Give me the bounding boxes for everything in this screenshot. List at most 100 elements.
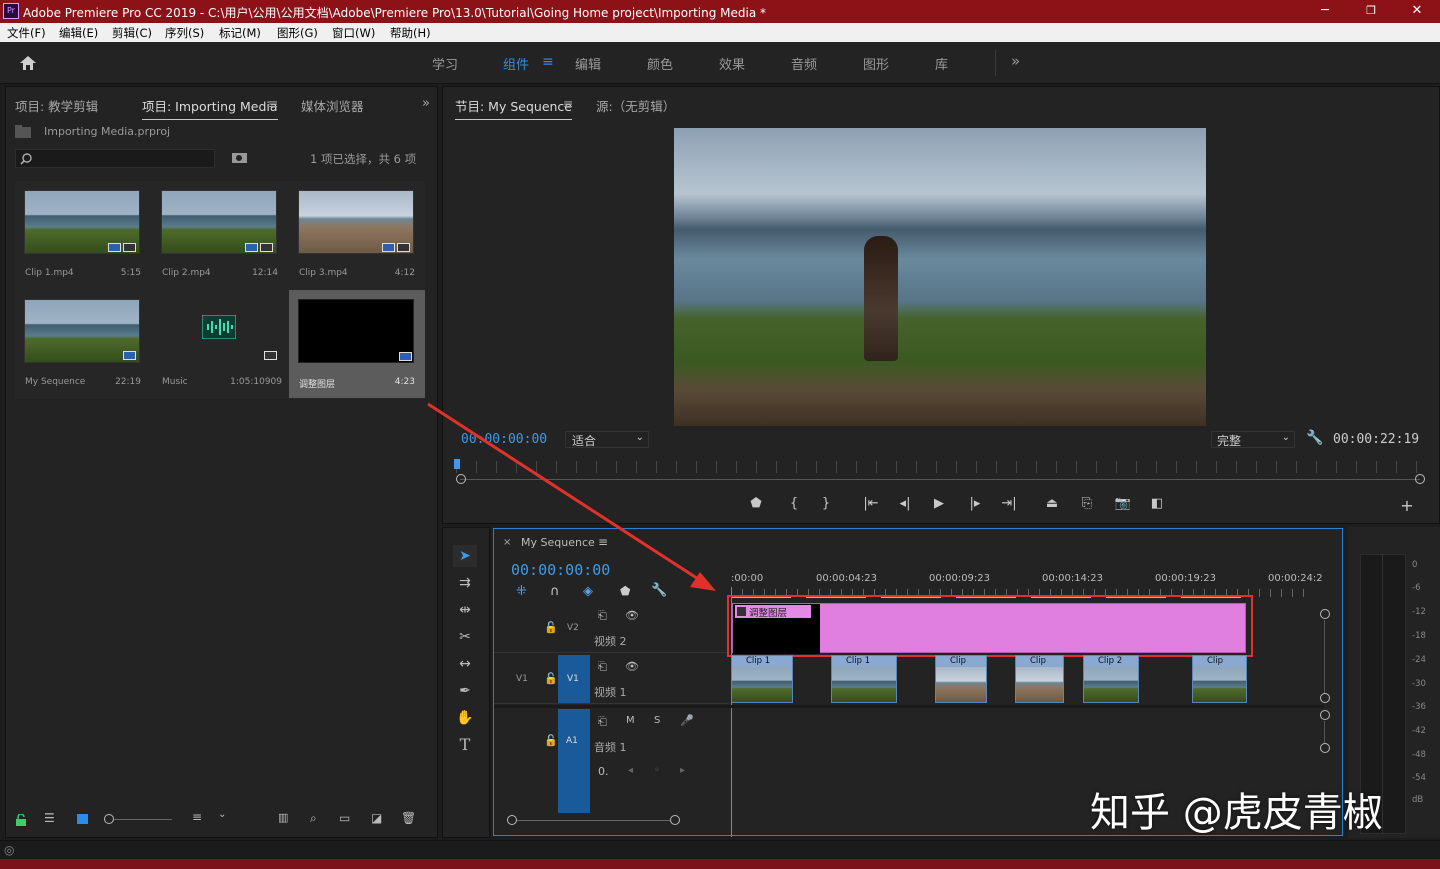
keyframe-icon[interactable]: ◦: [654, 765, 660, 776]
project-search-input[interactable]: [15, 149, 215, 168]
h-scroll-handle-left[interactable]: [507, 815, 517, 825]
project-item-sequence[interactable]: My Sequence 22:19: [15, 291, 151, 399]
new-bin-icon[interactable]: ▭: [339, 811, 350, 825]
tab-media-browser[interactable]: 媒体浏览器: [301, 96, 364, 115]
close-sequence-icon[interactable]: ×: [503, 537, 511, 548]
audio-scroll-handle-bottom[interactable]: [1320, 743, 1330, 753]
workspace-editing[interactable]: 编辑: [575, 54, 601, 73]
panel-more-icon[interactable]: »: [422, 96, 430, 111]
compare-view-icon[interactable]: ◧: [1147, 496, 1167, 511]
find-icon[interactable]: ⌕: [310, 811, 317, 826]
pen-tool-icon[interactable]: ✒: [453, 680, 477, 702]
tab-source[interactable]: 源:（无剪辑）: [596, 96, 675, 115]
v1-clip[interactable]: Clip: [1015, 655, 1064, 703]
home-icon[interactable]: [19, 55, 37, 71]
video-scroll-track[interactable]: [1324, 620, 1325, 694]
nest-icon[interactable]: ⁜: [516, 584, 527, 599]
menu-marker[interactable]: 标记(M): [219, 25, 261, 41]
hand-tool-icon[interactable]: ✋: [453, 707, 477, 729]
project-item-clip1[interactable]: Clip 1.mp4 5:15: [15, 181, 151, 289]
menu-file[interactable]: 文件(F): [7, 25, 46, 41]
project-item-clip3[interactable]: Clip 3.mp4 4:12: [289, 181, 425, 289]
lock-track-icon[interactable]: 🔓: [544, 672, 558, 685]
timeline-settings-icon[interactable]: 🔧: [651, 583, 667, 598]
workspace-learn[interactable]: 学习: [432, 54, 458, 73]
h-scroll-handle-right[interactable]: [670, 815, 680, 825]
sync-lock-icon[interactable]: ⎗: [598, 660, 607, 674]
adjustment-layer-thumbnail[interactable]: [298, 299, 414, 363]
v1-clip[interactable]: Clip 1: [831, 655, 897, 703]
new-search-bin-icon[interactable]: [232, 152, 248, 164]
minimize-button[interactable]: ─: [1302, 0, 1348, 23]
type-tool-icon[interactable]: T: [453, 734, 477, 756]
menu-edit[interactable]: 编辑(E): [59, 25, 98, 41]
eye-icon[interactable]: 👁: [625, 609, 639, 622]
program-current-timecode[interactable]: 00:00:00:00: [461, 432, 547, 447]
snap-magnet-icon[interactable]: ∩: [550, 584, 560, 599]
tab-project-teaching[interactable]: 项目: 教学剪辑: [15, 96, 98, 115]
menu-sequence[interactable]: 序列(S): [165, 25, 204, 41]
microphone-icon[interactable]: 🎤: [680, 714, 694, 727]
v1-clip[interactable]: Clip: [1192, 655, 1247, 703]
selection-tool-icon[interactable]: ➤: [453, 545, 477, 567]
track-target-a1[interactable]: [558, 709, 590, 813]
sequence-tab[interactable]: My Sequence: [521, 536, 595, 549]
sort-dropdown-icon[interactable]: ⌄: [218, 809, 226, 820]
workspace-color[interactable]: 颜色: [647, 54, 673, 73]
tab-program[interactable]: 节目: My Sequence: [455, 96, 572, 120]
go-to-out-icon[interactable]: ⇥|: [999, 496, 1019, 511]
workspace-libraries[interactable]: 库: [935, 54, 948, 73]
menu-clip[interactable]: 剪辑(C): [112, 25, 152, 41]
track-select-tool-icon[interactable]: ⇉: [453, 572, 477, 594]
workspace-more-icon[interactable]: »: [1011, 52, 1020, 70]
program-ruler[interactable]: [456, 461, 1424, 473]
add-marker-icon[interactable]: ⬟: [746, 496, 766, 511]
video-scroll-handle-bottom[interactable]: [1320, 693, 1330, 703]
solo-button[interactable]: S: [654, 715, 660, 726]
project-item-adjustment-layer[interactable]: 调整图层 4:23: [289, 290, 425, 398]
zoom-handle-left[interactable]: [456, 474, 466, 484]
fit-dropdown[interactable]: 适合 ⌄: [565, 431, 649, 448]
program-video-frame[interactable]: [674, 128, 1206, 426]
list-view-icon[interactable]: ☰: [44, 811, 55, 825]
menu-help[interactable]: 帮助(H): [390, 25, 431, 41]
settings-wrench-icon[interactable]: 🔧: [1306, 430, 1323, 446]
program-menu-icon[interactable]: ≡: [563, 96, 573, 111]
video-scroll-handle-top[interactable]: [1320, 609, 1330, 619]
menu-window[interactable]: 窗口(W): [332, 25, 375, 41]
audio-scroll-handle-top[interactable]: [1320, 710, 1330, 720]
sort-icon[interactable]: ≡: [192, 810, 202, 824]
next-keyframe-icon[interactable]: ▸: [680, 765, 685, 776]
step-forward-icon[interactable]: |▸: [965, 496, 985, 511]
v1-clip[interactable]: Clip: [935, 655, 987, 703]
go-to-in-icon[interactable]: |⇤: [861, 496, 881, 511]
mark-out-icon[interactable]: }: [816, 496, 836, 511]
lock-track-icon[interactable]: 🔓: [544, 621, 558, 634]
project-item-music[interactable]: Music 1:05:10909: [152, 291, 288, 399]
add-marker-icon[interactable]: ⬟: [620, 584, 630, 598]
workspace-graphics[interactable]: 图形: [863, 54, 889, 73]
v1-clip[interactable]: Clip 1: [731, 655, 793, 703]
audio-scroll-track[interactable]: [1324, 721, 1325, 743]
zoom-handle-right[interactable]: [1415, 474, 1425, 484]
mute-button[interactable]: M: [626, 715, 635, 726]
new-item-icon[interactable]: ◪: [371, 811, 382, 825]
tab-project-importing[interactable]: 项目: Importing Media: [142, 96, 278, 120]
trash-icon[interactable]: 🗑: [401, 811, 416, 825]
workspace-menu-icon[interactable]: ≡: [542, 54, 554, 70]
mark-in-icon[interactable]: {: [784, 496, 804, 511]
panel-menu-icon[interactable]: ≡: [268, 96, 278, 111]
sync-lock-icon[interactable]: ⎗: [598, 715, 607, 729]
add-button-icon[interactable]: +: [1397, 496, 1417, 515]
timeline-timecode[interactable]: 00:00:00:00: [511, 561, 610, 579]
lift-icon[interactable]: ⏏: [1042, 496, 1062, 511]
razor-tool-icon[interactable]: ✂: [453, 626, 477, 648]
extract-icon[interactable]: ⎘: [1077, 496, 1097, 511]
sequence-menu-icon[interactable]: ≡: [598, 535, 608, 549]
export-frame-icon[interactable]: 📷: [1113, 496, 1133, 511]
h-scroll-track[interactable]: [517, 820, 670, 821]
program-playhead[interactable]: [454, 459, 460, 469]
ripple-edit-tool-icon[interactable]: ⇹: [453, 599, 477, 621]
sync-lock-icon[interactable]: ⎗: [598, 609, 607, 623]
volume-value[interactable]: 0.: [598, 765, 609, 778]
